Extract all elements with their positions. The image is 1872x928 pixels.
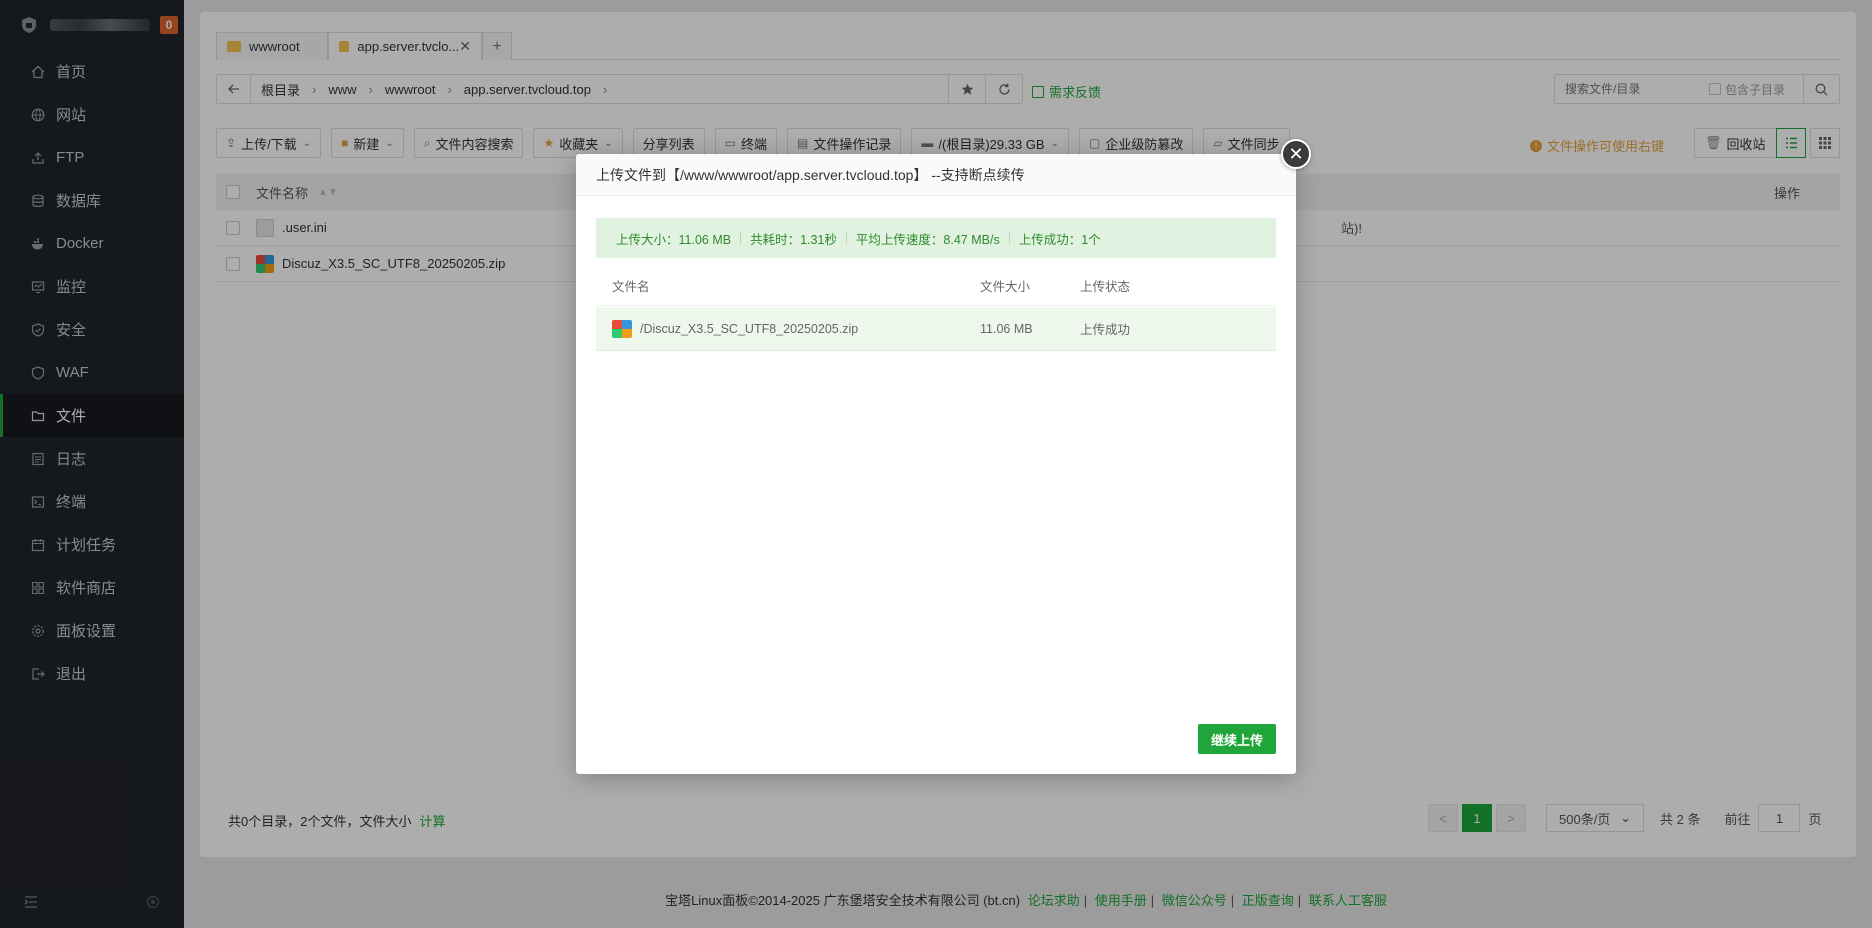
upload-file-cell: /Discuz_X3.5_SC_UTF8_20250205.zip [612, 319, 859, 338]
continue-upload-button[interactable]: 继续上传 [1197, 724, 1276, 754]
upload-file-size: 11.06 MB [980, 321, 1033, 336]
upload-dialog: 上传文件到【/www/wwwroot/app.server.tvcloud.to… [576, 154, 1296, 774]
upload-stats: 上传大小：11.06 MB 共耗时：1.31秒 平均上传速度：8.47 MB/s… [596, 218, 1276, 258]
upload-speed: 平均上传速度：8.47 MB/s [855, 232, 1000, 247]
upload-file-status: 上传成功 [1080, 323, 1131, 337]
upload-table-header: 文件名 文件大小 上传状态 [596, 266, 1276, 306]
zip-file-icon [612, 319, 632, 338]
divider [740, 232, 742, 244]
dialog-title: 上传文件到【/www/wwwroot/app.server.tvcloud.to… [576, 154, 1296, 196]
upload-file-name: /Discuz_X3.5_SC_UTF8_20250205.zip [640, 321, 859, 336]
divider [1008, 232, 1010, 244]
divider [845, 232, 847, 244]
col-upload-size: 文件大小 [980, 280, 1031, 294]
upload-size: 上传大小：11.06 MB [616, 232, 732, 247]
upload-row: /Discuz_X3.5_SC_UTF8_20250205.zip 11.06 … [596, 307, 1276, 351]
close-dialog-icon[interactable]: ✕ [1281, 139, 1311, 169]
upload-time: 共耗时：1.31秒 [750, 232, 837, 247]
col-upload-status: 上传状态 [1080, 280, 1131, 294]
upload-success-count: 上传成功：1个 [1018, 232, 1101, 247]
col-upload-filename: 文件名 [612, 280, 650, 294]
